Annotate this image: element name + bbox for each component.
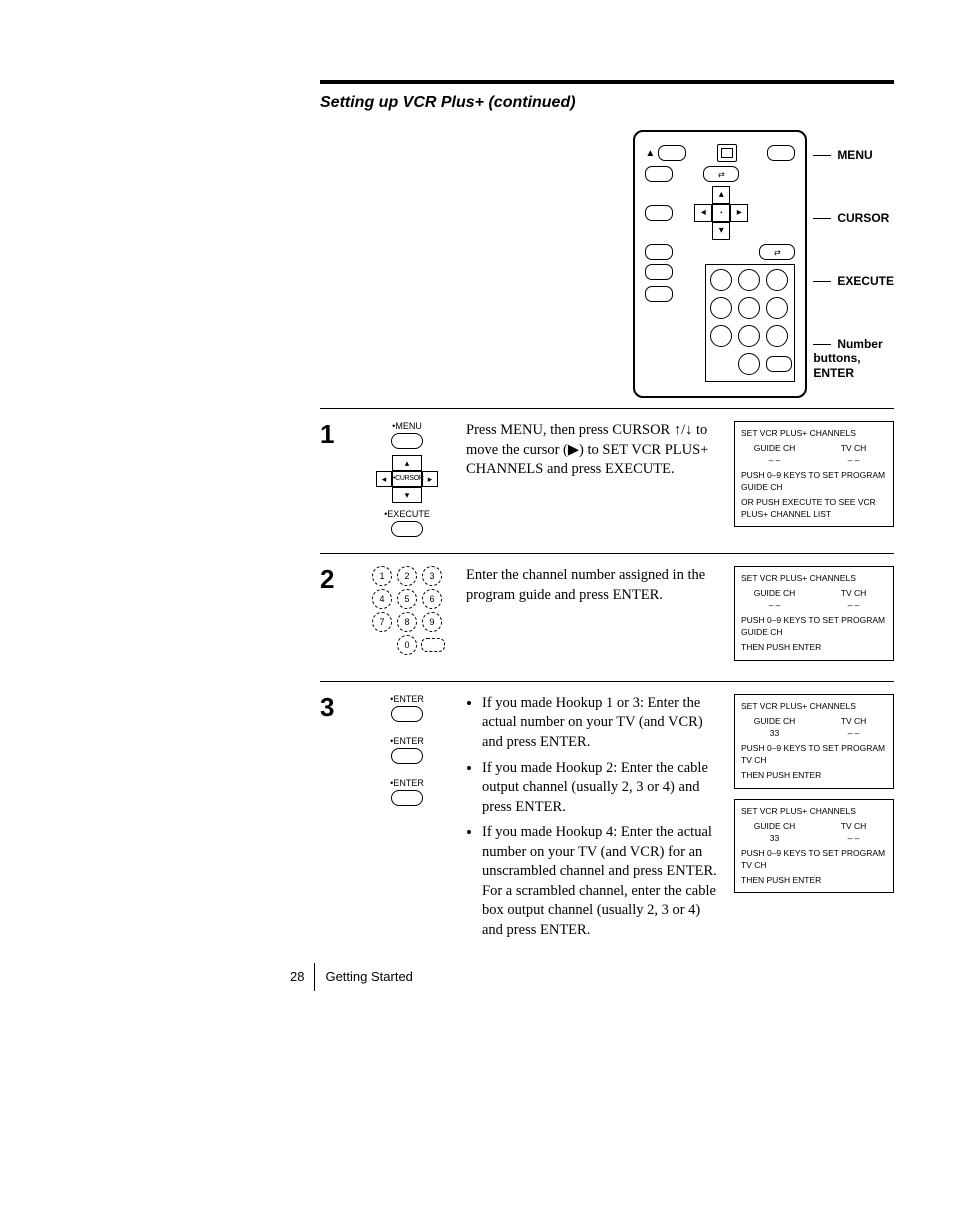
- page-footer: 28 Getting Started: [290, 963, 894, 991]
- step2-text: Enter the channel number assigned in the…: [466, 566, 720, 605]
- step2-mini-keypad: 1 2 3 4 5 6 7 8 9 0: [362, 566, 452, 655]
- step-2: 2 1 2 3 4 5 6 7 8 9 0 Enter the channel …: [320, 566, 894, 671]
- enter-button-icon: [391, 790, 423, 806]
- divider: [320, 553, 894, 554]
- remote-callouts: MENU CURSOR EXECUTE Number buttons, ENTE…: [807, 130, 894, 398]
- page-number: 28: [290, 969, 304, 984]
- callout-execute: EXECUTE: [813, 274, 894, 288]
- callout-cursor: CURSOR: [813, 211, 894, 225]
- step3-bullet: If you made Hookup 1 or 3: Enter the act…: [482, 694, 720, 753]
- divider: [320, 408, 894, 409]
- step3-screen-a: SET VCR PLUS+ CHANNELS GUIDE CH 33 TV CH…: [734, 694, 894, 789]
- step2-screen: SET VCR PLUS+ CHANNELS GUIDE CH – – TV C…: [734, 566, 894, 661]
- callout-menu: MENU: [813, 148, 894, 162]
- step3-bullet: If you made Hookup 4: Enter the actual n…: [482, 823, 720, 940]
- top-rule: [320, 80, 894, 84]
- cursor-dpad-small-icon: ▴ ◂•CURSOR▸ ▾: [362, 455, 452, 503]
- step-number: 1: [320, 421, 348, 447]
- step-number: 3: [320, 694, 348, 720]
- menu-button-icon: [391, 433, 423, 449]
- step1-screen: SET VCR PLUS+ CHANNELS GUIDE CH – – TV C…: [734, 421, 894, 527]
- divider: [320, 681, 894, 682]
- enter-button-icon: [391, 706, 423, 722]
- enter-button-icon: [421, 638, 445, 652]
- enter-button-icon: [391, 748, 423, 764]
- step3-text: If you made Hookup 1 or 3: Enter the act…: [466, 694, 720, 947]
- number-pad-icon: [705, 264, 795, 382]
- footer-divider: [314, 963, 315, 991]
- section-name: Getting Started: [325, 969, 412, 984]
- step-1: 1 •MENU ▴ ◂•CURSOR▸ ▾ •EXECUTE Press MEN…: [320, 421, 894, 543]
- step3-mini-enter: •ENTER •ENTER •ENTER: [362, 694, 452, 820]
- step1-mini-remote: •MENU ▴ ◂•CURSOR▸ ▾ •EXECUTE: [362, 421, 452, 543]
- cursor-dpad-icon: ▴ ◂•▸ ▾: [694, 186, 748, 240]
- page-title: Setting up VCR Plus+ (continued): [320, 94, 894, 112]
- step1-text: Press MENU, then press CURSOR ↑/↓ to mov…: [466, 421, 720, 480]
- step3-bullet: If you made Hookup 2: Enter the cable ou…: [482, 759, 720, 818]
- step-number: 2: [320, 566, 348, 592]
- execute-button-icon: [391, 521, 423, 537]
- remote-diagram: ▲ ⇄ ▴ ◂•▸ ▾: [633, 130, 807, 398]
- manual-page: Setting up VCR Plus+ (continued) ▲ ⇄: [0, 0, 954, 1051]
- step3-screen-b: SET VCR PLUS+ CHANNELS GUIDE CH 33 TV CH…: [734, 799, 894, 894]
- callout-numbers: Number buttons, ENTER: [813, 337, 883, 380]
- remote-diagram-row: ▲ ⇄ ▴ ◂•▸ ▾: [320, 130, 894, 398]
- step-3: 3 •ENTER •ENTER •ENTER If you made Hooku…: [320, 694, 894, 947]
